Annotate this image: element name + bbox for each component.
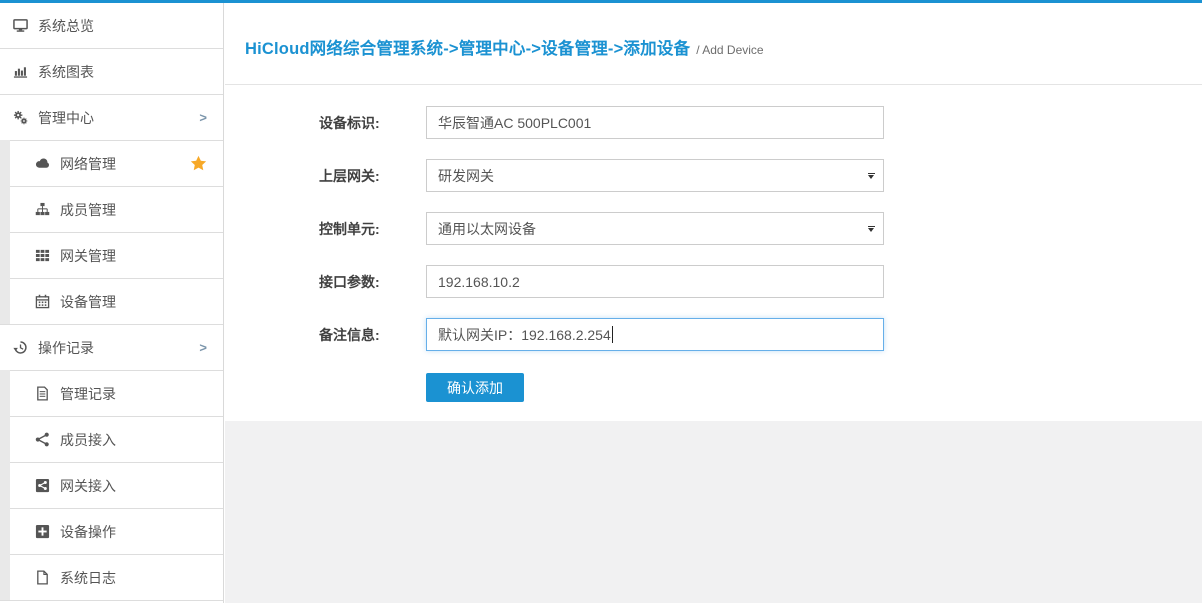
- sidebar-item-gateway-access[interactable]: 网关接入: [0, 463, 223, 509]
- upper-gateway-label: 上层网关:: [319, 166, 407, 186]
- interface-param-value: 192.168.10.2: [438, 274, 520, 290]
- upper-gateway-select[interactable]: 研发网关: [426, 159, 884, 192]
- history-icon: [12, 340, 29, 356]
- add-device-form: 设备标识: 华辰智通AC 500PLC001 上层网关: 研发网关 控制单元: …: [225, 86, 1202, 421]
- control-unit-value: 通用以太网设备: [438, 219, 536, 239]
- sidebar-item-system-logs[interactable]: 系统日志: [0, 555, 223, 601]
- sidebar-item-label: 成员接入: [60, 430, 223, 450]
- sidebar-item-label: 系统总览: [38, 16, 223, 36]
- interface-param-label: 接口参数:: [319, 272, 407, 292]
- share-square-icon: [34, 478, 51, 494]
- form-row: 控制单元: 通用以太网设备: [319, 212, 1202, 245]
- sidebar-item-management-center[interactable]: 管理中心 >: [0, 95, 223, 141]
- calendar-icon: [34, 294, 51, 310]
- sidebar-item-device-management[interactable]: 设备管理: [0, 279, 223, 325]
- remark-input[interactable]: 默认网关IP：192.168.2.254: [426, 318, 884, 351]
- sidebar-item-label: 操作记录: [38, 338, 223, 358]
- cloud-icon: [34, 156, 51, 172]
- file-icon: [34, 570, 51, 586]
- control-unit-select[interactable]: 通用以太网设备: [426, 212, 884, 245]
- sidebar-item-member-management[interactable]: 成员管理: [0, 187, 223, 233]
- sidebar-item-label: 系统日志: [60, 568, 223, 588]
- sidebar-item-management-records[interactable]: 管理记录: [0, 371, 223, 417]
- confirm-add-button[interactable]: 确认添加: [426, 373, 524, 402]
- remark-value: 默认网关IP：192.168.2.254: [438, 325, 611, 345]
- form-row: 设备标识: 华辰智通AC 500PLC001: [319, 106, 1202, 139]
- star-icon[interactable]: [190, 155, 207, 172]
- remark-label: 备注信息:: [319, 325, 407, 345]
- sidebar: 系统总览 系统图表 管理中心 > 网络管理 成员管理 网关管理: [0, 3, 224, 603]
- plus-square-icon: [34, 524, 51, 540]
- breadcrumb-subtitle: / Add Device: [696, 43, 763, 57]
- chevron-right-icon: >: [199, 340, 207, 355]
- device-id-input[interactable]: 华辰智通AC 500PLC001: [426, 106, 884, 139]
- sidebar-item-label: 设备操作: [60, 522, 223, 542]
- share-icon: [34, 432, 51, 448]
- content-footer-area: [225, 421, 1202, 603]
- control-unit-label: 控制单元:: [319, 219, 407, 239]
- sidebar-item-label: 管理中心: [38, 108, 223, 128]
- sidebar-item-label: 网关接入: [60, 476, 223, 496]
- upper-gateway-value: 研发网关: [438, 166, 494, 186]
- sidebar-item-device-operation[interactable]: 设备操作: [0, 509, 223, 555]
- bar-chart-icon: [12, 64, 29, 80]
- sidebar-item-system-overview[interactable]: 系统总览: [0, 3, 223, 49]
- breadcrumb: HiCloud网络综合管理系统->管理中心->设备管理->添加设备: [245, 35, 690, 59]
- sitemap-icon: [34, 202, 51, 218]
- grid-icon: [34, 248, 51, 264]
- sidebar-item-gateway-management[interactable]: 网关管理: [0, 233, 223, 279]
- dropdown-caret-icon: [868, 228, 874, 235]
- sidebar-item-label: 设备管理: [60, 292, 223, 312]
- sidebar-item-member-access[interactable]: 成员接入: [0, 417, 223, 463]
- sidebar-item-label: 系统图表: [38, 62, 223, 82]
- chevron-right-icon: >: [199, 110, 207, 125]
- device-id-value: 华辰智通AC 500PLC001: [438, 113, 591, 133]
- interface-param-input[interactable]: 192.168.10.2: [426, 265, 884, 298]
- form-row: 上层网关: 研发网关: [319, 159, 1202, 192]
- desktop-icon: [12, 18, 29, 34]
- sidebar-item-label: 成员管理: [60, 200, 223, 220]
- page-header: HiCloud网络综合管理系统->管理中心->设备管理->添加设备 / Add …: [225, 3, 1202, 85]
- form-row: 接口参数: 192.168.10.2: [319, 265, 1202, 298]
- sidebar-item-network-management[interactable]: 网络管理: [0, 141, 223, 187]
- sidebar-item-label: 管理记录: [60, 384, 223, 404]
- device-id-label: 设备标识:: [319, 113, 407, 133]
- form-row: 备注信息: 默认网关IP：192.168.2.254: [319, 318, 1202, 351]
- gears-icon: [12, 110, 29, 126]
- sidebar-item-label: 网关管理: [60, 246, 223, 266]
- sidebar-item-system-charts[interactable]: 系统图表: [0, 49, 223, 95]
- sidebar-item-operation-records[interactable]: 操作记录 >: [0, 325, 223, 371]
- text-cursor: [612, 326, 613, 343]
- dropdown-caret-icon: [868, 175, 874, 182]
- file-text-icon: [34, 386, 51, 402]
